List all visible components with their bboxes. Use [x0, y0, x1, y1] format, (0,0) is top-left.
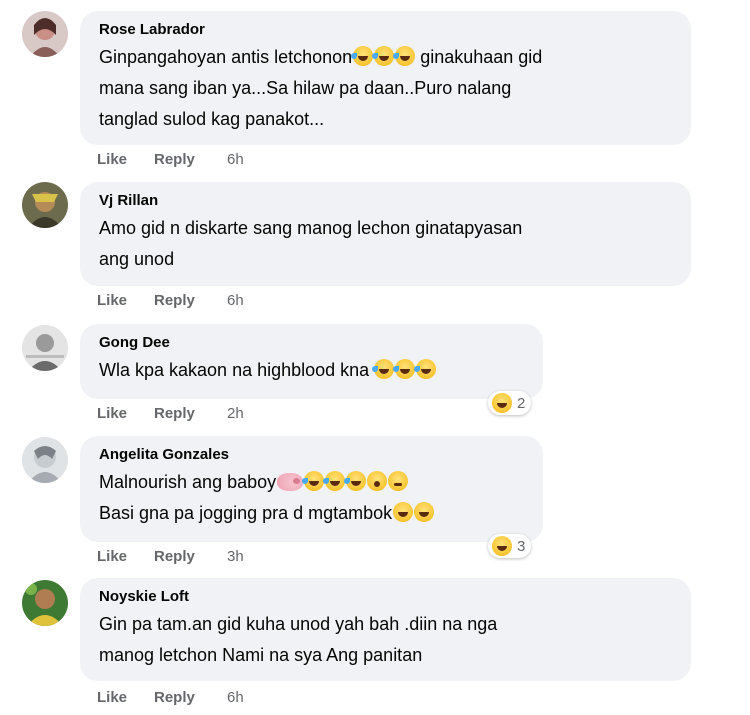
avatar[interactable]: [22, 182, 68, 228]
timestamp[interactable]: 6h: [227, 151, 244, 168]
comment-author[interactable]: Angelita Gonzales: [99, 445, 524, 465]
comment-line: Malnourish ang baboy: [99, 472, 277, 492]
comment-actions: Like Reply 2h: [97, 405, 244, 422]
reply-button[interactable]: Reply: [154, 292, 227, 309]
rolling-on-floor-laughing-emoji: [302, 471, 325, 491]
comment-bubble: Rose Labrador Ginpangahoyan antis letcho…: [80, 11, 691, 145]
reply-button[interactable]: Reply: [154, 151, 227, 168]
comment-line: ang unod: [99, 249, 175, 269]
like-button[interactable]: Like: [97, 689, 154, 706]
comment-line: Amo gid n diskarte sang manog lechon gin…: [99, 218, 523, 238]
comment-line: ginakuhaan gid: [415, 47, 543, 67]
timestamp[interactable]: 3h: [227, 548, 244, 565]
reply-button[interactable]: Reply: [154, 689, 227, 706]
reaction-count: 2: [517, 394, 526, 412]
laughing-tears-emoji: [351, 46, 374, 66]
comment-author[interactable]: Rose Labrador: [99, 20, 672, 40]
haha-reaction-icon: [492, 536, 512, 556]
comment-line: Wla kpa kakaon na highblood kna: [99, 360, 370, 380]
avatar[interactable]: [22, 580, 68, 626]
comment-bubble: Vj Rillan Amo gid n diskarte sang manog …: [80, 182, 691, 286]
avatar[interactable]: [22, 437, 68, 483]
avatar[interactable]: [22, 11, 68, 57]
rolling-on-floor-laughing-emoji: [393, 359, 416, 379]
timestamp[interactable]: 6h: [227, 292, 244, 309]
astonished-emoji: [367, 471, 388, 491]
comment-line: Ginpangahoyan antis letchonon: [99, 47, 353, 67]
comment-text: Ginpangahoyan antis letchonon ginakuhaan…: [99, 42, 672, 135]
reply-button[interactable]: Reply: [154, 405, 227, 422]
comment-bubble: Angelita Gonzales Malnourish ang baboy B…: [80, 436, 543, 542]
haha-reaction-icon: [492, 393, 512, 413]
laughing-tears-emoji: [393, 46, 416, 66]
comment-line: mana sang iban ya...Sa hilaw pa daan..Pu…: [99, 78, 512, 98]
comment-actions: Like Reply 6h: [97, 689, 244, 706]
thinking-face-emoji: [388, 471, 409, 491]
reply-button[interactable]: Reply: [154, 548, 227, 565]
comment-text: Wla kpa kakaon na highblood kna: [99, 355, 524, 386]
comment-line: Basi gna pa jogging pra d mgtambok: [99, 503, 393, 523]
avatar[interactable]: [22, 325, 68, 371]
comment-bubble: Noyskie Loft Gin pa tam.an gid kuha unod…: [80, 578, 691, 681]
laughing-tears-emoji: [372, 46, 395, 66]
comment-bubble: Gong Dee Wla kpa kakaon na highblood kna: [80, 324, 543, 399]
rolling-on-floor-laughing-emoji: [323, 471, 346, 491]
comment-text: Malnourish ang baboy Basi gna pa jogging…: [99, 467, 524, 529]
like-button[interactable]: Like: [97, 548, 154, 565]
like-button[interactable]: Like: [97, 405, 154, 422]
comment-actions: Like Reply 3h: [97, 548, 244, 565]
reaction-summary[interactable]: 3: [488, 534, 532, 558]
comment-line: Gin pa tam.an gid kuha unod yah bah .dii…: [99, 614, 498, 634]
comment-text: Gin pa tam.an gid kuha unod yah bah .dii…: [99, 609, 672, 671]
rolling-on-floor-laughing-emoji: [344, 471, 367, 491]
comment-author[interactable]: Vj Rillan: [99, 191, 672, 211]
reaction-count: 3: [517, 537, 526, 555]
pig-nose-emoji: [277, 473, 304, 491]
comment-line: tanglad sulod kag panakot...: [99, 109, 325, 129]
comment-line: manog letchon Nami na sya Ang panitan: [99, 645, 423, 665]
comment-actions: Like Reply 6h: [97, 151, 244, 168]
rolling-on-floor-laughing-emoji: [372, 359, 395, 379]
comment-text: Amo gid n diskarte sang manog lechon gin…: [99, 213, 672, 275]
rolling-on-floor-laughing-emoji: [414, 359, 437, 379]
comment-author[interactable]: Noyskie Loft: [99, 587, 672, 607]
like-button[interactable]: Like: [97, 292, 154, 309]
comment-actions: Like Reply 6h: [97, 292, 244, 309]
like-button[interactable]: Like: [97, 151, 154, 168]
comment-author[interactable]: Gong Dee: [99, 333, 524, 353]
timestamp[interactable]: 6h: [227, 689, 244, 706]
laughing-tears-emoji: [414, 502, 435, 522]
reaction-summary[interactable]: 2: [488, 391, 532, 415]
timestamp[interactable]: 2h: [227, 405, 244, 422]
laughing-tears-emoji: [393, 502, 414, 522]
